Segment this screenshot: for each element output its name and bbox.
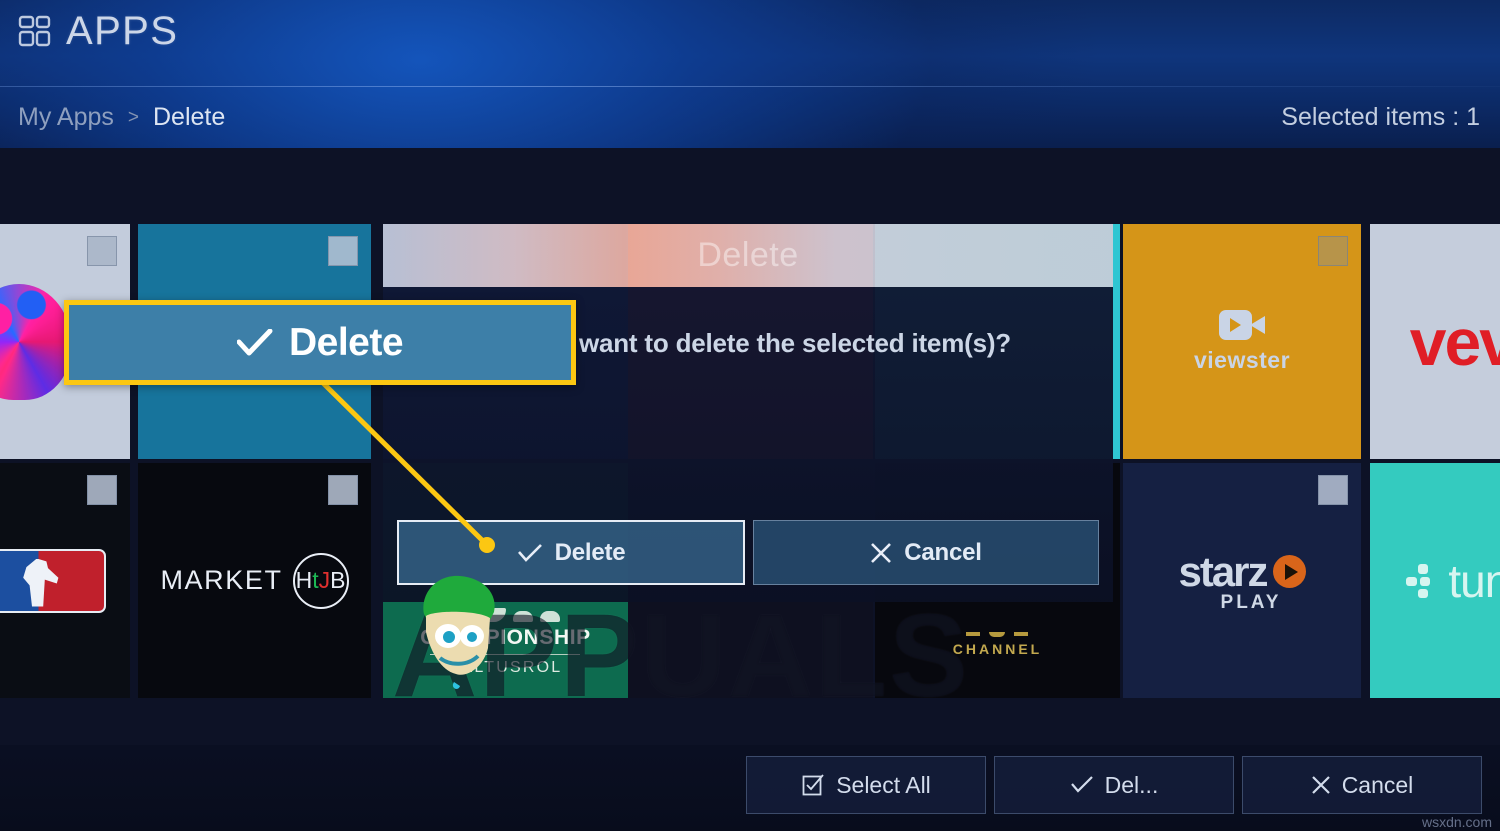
app-tile-label: viewster <box>1193 346 1291 373</box>
chevron-right-icon: > <box>127 106 139 128</box>
app-tile-label: MARKET <box>160 565 283 595</box>
app-tile-viewster[interactable]: viewster <box>1123 224 1361 459</box>
swirl-logo-icon <box>0 283 71 400</box>
dialog-title: Delete <box>697 236 799 274</box>
mlb-batter-icon <box>23 558 59 607</box>
site-watermark: wsxdn.com <box>1421 814 1492 830</box>
delete-label: Del... <box>1104 771 1159 798</box>
bottom-button-row: Select All Del... Cancel <box>746 756 1482 814</box>
app-tile-tunein[interactable]: tunein <box>1370 463 1500 698</box>
championship-crest-icon <box>450 608 560 622</box>
viewster-camera-icon <box>1219 309 1265 340</box>
select-all-label: Select All <box>836 771 931 798</box>
page-header: APPS My Apps > Delete Selected items : 1 <box>0 0 1500 148</box>
annotation-callout-delete: Delete <box>64 300 576 385</box>
dialog-titlebar: Delete <box>383 224 1113 287</box>
app-tile-label: tunein <box>1448 554 1500 607</box>
x-icon <box>1311 776 1330 794</box>
check-icon <box>517 543 542 562</box>
bottom-action-bar: Select All Del... Cancel <box>0 745 1500 831</box>
play-icon <box>1272 555 1306 588</box>
tile-checkbox[interactable] <box>1318 475 1348 505</box>
check-icon <box>236 329 273 356</box>
dialog-cancel-label: Cancel <box>904 538 982 566</box>
breadcrumb-bar: My Apps > Delete Selected items : 1 <box>0 87 1500 148</box>
channel-crown-icon <box>966 632 1029 637</box>
app-tile-mlb-tv[interactable]: .TV <box>0 463 130 698</box>
cancel-label: Cancel <box>1341 771 1414 798</box>
app-tile-vevo[interactable]: vevo <box>1370 224 1500 459</box>
tv-app-screen: viewster vevo .TV MARKET HtJB <box>0 0 1500 831</box>
delete-confirmation-dialog: Delete Do you want to delete the selecte… <box>383 224 1113 602</box>
tile-checkbox[interactable] <box>328 236 358 266</box>
breadcrumb: My Apps > Delete <box>18 87 225 148</box>
tile-checkbox[interactable] <box>1318 236 1348 266</box>
app-tile-label: CHAMPIONSHIP <box>420 626 591 649</box>
cancel-button[interactable]: Cancel <box>1242 756 1482 814</box>
apps-grid-icon <box>18 15 51 47</box>
selected-items-count: Selected items : 1 <box>1281 103 1480 131</box>
breadcrumb-item-delete: Delete <box>152 103 226 131</box>
check-icon <box>1070 776 1093 793</box>
app-tile-label: CHANNEL <box>952 641 1043 657</box>
header-title-group: APPS <box>18 11 178 51</box>
app-tile-label: vevo <box>1409 304 1500 379</box>
app-tile-sublabel: BALTUSROL <box>448 659 563 676</box>
checkbox-checked-icon <box>802 774 824 796</box>
app-tile-market-hub[interactable]: MARKET HtJB <box>138 463 371 698</box>
annotation-callout-label: Delete <box>288 320 404 364</box>
tile-checkbox[interactable] <box>328 475 358 505</box>
header-title-band: APPS <box>0 0 1500 86</box>
dialog-delete-label: Delete <box>554 538 626 566</box>
tile-checkbox[interactable] <box>87 236 117 266</box>
breadcrumb-item-my-apps[interactable]: My Apps <box>18 103 114 132</box>
mlb-logo-icon: .TV <box>0 548 106 613</box>
tunein-logo-icon <box>1406 563 1440 598</box>
tile-checkbox[interactable] <box>87 475 117 505</box>
dialog-delete-button[interactable]: Delete <box>397 520 745 585</box>
app-tile-label: starz <box>1178 547 1268 595</box>
app-tile-starz-play[interactable]: starz PLAY <box>1123 463 1361 698</box>
delete-button[interactable]: Del... <box>994 756 1234 814</box>
dialog-button-row: Delete Cancel <box>397 520 1099 585</box>
dialog-cancel-button[interactable]: Cancel <box>753 520 1099 585</box>
divider <box>430 654 581 655</box>
x-icon <box>871 542 892 563</box>
app-tile-sublabel: PLAY <box>1220 591 1282 613</box>
page-title: APPS <box>66 9 179 53</box>
market-hub-logo-icon: HtJB <box>292 552 349 609</box>
select-all-button[interactable]: Select All <box>746 756 986 814</box>
